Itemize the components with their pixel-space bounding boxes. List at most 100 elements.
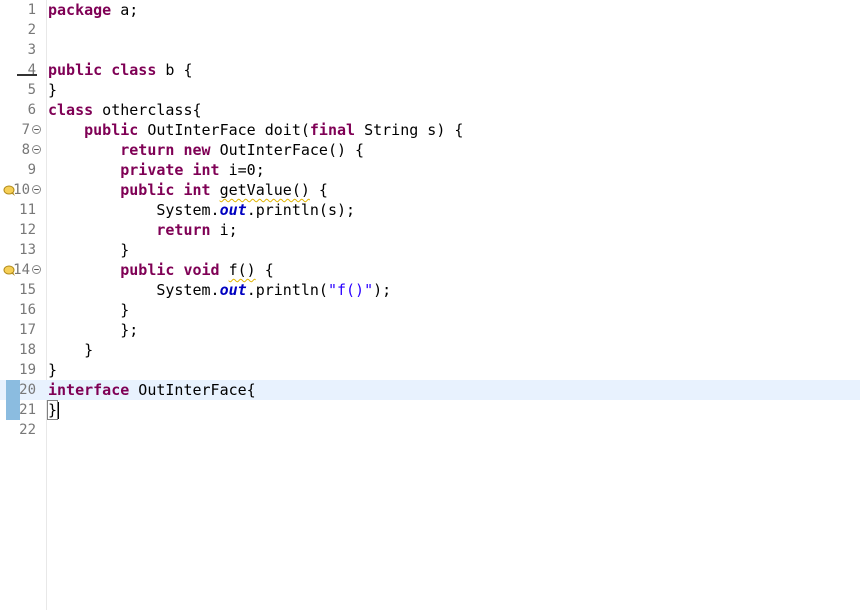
fold-collapse-icon[interactable] bbox=[32, 125, 41, 134]
code-line[interactable]: 10 public int getValue() { bbox=[0, 180, 860, 200]
code-text[interactable]: System.out.println("f()"); bbox=[48, 280, 391, 300]
code-line[interactable]: 8 return new OutInterFace() { bbox=[0, 140, 860, 160]
line-number: 4 bbox=[27, 62, 36, 78]
code-token: return bbox=[156, 221, 211, 239]
fold-collapse-icon[interactable] bbox=[32, 265, 41, 274]
code-text[interactable]: public void f() { bbox=[48, 260, 274, 280]
code-text[interactable]: public class b { bbox=[48, 60, 193, 80]
code-text[interactable]: class otherclass{ bbox=[48, 100, 202, 120]
ruler-marker bbox=[17, 74, 37, 76]
code-token: return bbox=[120, 141, 175, 159]
code-line[interactable]: 20 interface OutInterFace{ bbox=[0, 380, 860, 400]
code-text[interactable]: } bbox=[48, 240, 129, 260]
code-token: public bbox=[84, 121, 139, 139]
code-token: { bbox=[255, 261, 274, 279]
code-line[interactable]: 14 public void f() { bbox=[0, 260, 860, 280]
code-text[interactable]: interface OutInterFace{ bbox=[48, 380, 256, 400]
line-number: 2 bbox=[27, 22, 36, 38]
code-token: OutInterFace() { bbox=[210, 141, 365, 159]
code-token: } bbox=[48, 301, 130, 319]
code-token: out bbox=[219, 201, 247, 219]
line-number: 9 bbox=[27, 162, 36, 178]
code-token: int bbox=[192, 161, 220, 179]
line-number: 12 bbox=[19, 222, 36, 238]
code-token: public bbox=[120, 261, 175, 279]
code-token: OutInterFace{ bbox=[129, 381, 256, 399]
code-line[interactable]: 7 public OutInterFace doit(final String … bbox=[0, 120, 860, 140]
line-number: 3 bbox=[27, 42, 36, 58]
code-token: int bbox=[183, 181, 211, 199]
code-text[interactable]: public int getValue() { bbox=[48, 180, 328, 200]
code-text[interactable]: return i; bbox=[48, 220, 238, 240]
code-token: class bbox=[111, 61, 157, 79]
code-token: "f()" bbox=[327, 281, 374, 299]
code-line[interactable]: 5} bbox=[0, 80, 860, 100]
code-token: package bbox=[48, 1, 112, 19]
code-token: String s) { bbox=[355, 121, 464, 139]
code-token: a; bbox=[111, 1, 139, 19]
code-line[interactable]: 21} bbox=[0, 400, 860, 420]
code-text[interactable]: } bbox=[48, 360, 57, 380]
code-token: } bbox=[46, 400, 59, 420]
code-text[interactable]: private int i=0; bbox=[48, 160, 265, 180]
line-number: 20 bbox=[19, 382, 36, 398]
code-text[interactable]: }; bbox=[48, 320, 138, 340]
code-text[interactable]: } bbox=[48, 80, 57, 100]
code-line[interactable]: 19} bbox=[0, 360, 860, 380]
code-line[interactable]: 6 class otherclass{ bbox=[0, 100, 860, 120]
code-token: private bbox=[120, 161, 184, 179]
code-token: }; bbox=[48, 321, 139, 339]
code-token: i=0; bbox=[219, 161, 265, 179]
text-caret bbox=[58, 402, 60, 419]
code-token: System. bbox=[48, 281, 220, 299]
code-line[interactable]: 9 private int i=0; bbox=[0, 160, 860, 180]
code-line[interactable]: 18 } bbox=[0, 340, 860, 360]
code-line[interactable]: 1 package a; bbox=[0, 0, 860, 20]
code-token: System. bbox=[48, 201, 220, 219]
code-token: out bbox=[219, 281, 247, 299]
code-line[interactable]: 13 } bbox=[0, 240, 860, 260]
code-text[interactable]: package a; bbox=[48, 0, 138, 20]
code-token: { bbox=[309, 181, 328, 199]
code-text[interactable]: } bbox=[48, 340, 93, 360]
line-number: 13 bbox=[19, 242, 36, 258]
code-line[interactable]: 12 return i; bbox=[0, 220, 860, 240]
code-text[interactable]: public OutInterFace doit(final String s)… bbox=[48, 120, 463, 140]
override-warning-icon[interactable] bbox=[3, 183, 17, 197]
code-text[interactable]: System.out.println(s); bbox=[48, 200, 355, 220]
code-line[interactable]: 4 public class b { bbox=[0, 60, 860, 80]
fold-collapse-icon[interactable] bbox=[32, 145, 41, 154]
line-number: 16 bbox=[19, 302, 36, 318]
code-line[interactable]: 3 bbox=[0, 40, 860, 60]
fold-collapse-icon[interactable] bbox=[32, 185, 41, 194]
code-token: public bbox=[48, 61, 103, 79]
code-line[interactable]: 17 }; bbox=[0, 320, 860, 340]
code-token: i; bbox=[210, 221, 238, 239]
code-text[interactable]: return new OutInterFace() { bbox=[48, 140, 364, 160]
code-line[interactable]: 11 System.out.println(s); bbox=[0, 200, 860, 220]
code-line[interactable]: 16 } bbox=[0, 300, 860, 320]
code-editor[interactable]: 1 package a; 2 3 4 public class b {5} 6 class o… bbox=[0, 0, 860, 610]
line-number: 6 bbox=[27, 102, 36, 118]
code-line[interactable]: 15 System.out.println("f()"); bbox=[0, 280, 860, 300]
code-token: } bbox=[48, 361, 58, 379]
override-warning-icon[interactable] bbox=[3, 263, 17, 277]
line-number: 1 bbox=[27, 2, 36, 18]
code-token: interface bbox=[48, 381, 130, 399]
code-token: ); bbox=[373, 281, 392, 299]
code-text[interactable]: } bbox=[48, 300, 129, 320]
code-line[interactable]: 22 bbox=[0, 420, 860, 440]
code-token: public bbox=[120, 181, 175, 199]
line-number: 17 bbox=[19, 322, 36, 338]
code-line[interactable]: 2 bbox=[0, 20, 860, 40]
line-number: 19 bbox=[19, 362, 36, 378]
line-number: 18 bbox=[19, 342, 36, 358]
code-text[interactable]: } bbox=[46, 400, 60, 420]
code-token: otherclass{ bbox=[93, 101, 202, 119]
